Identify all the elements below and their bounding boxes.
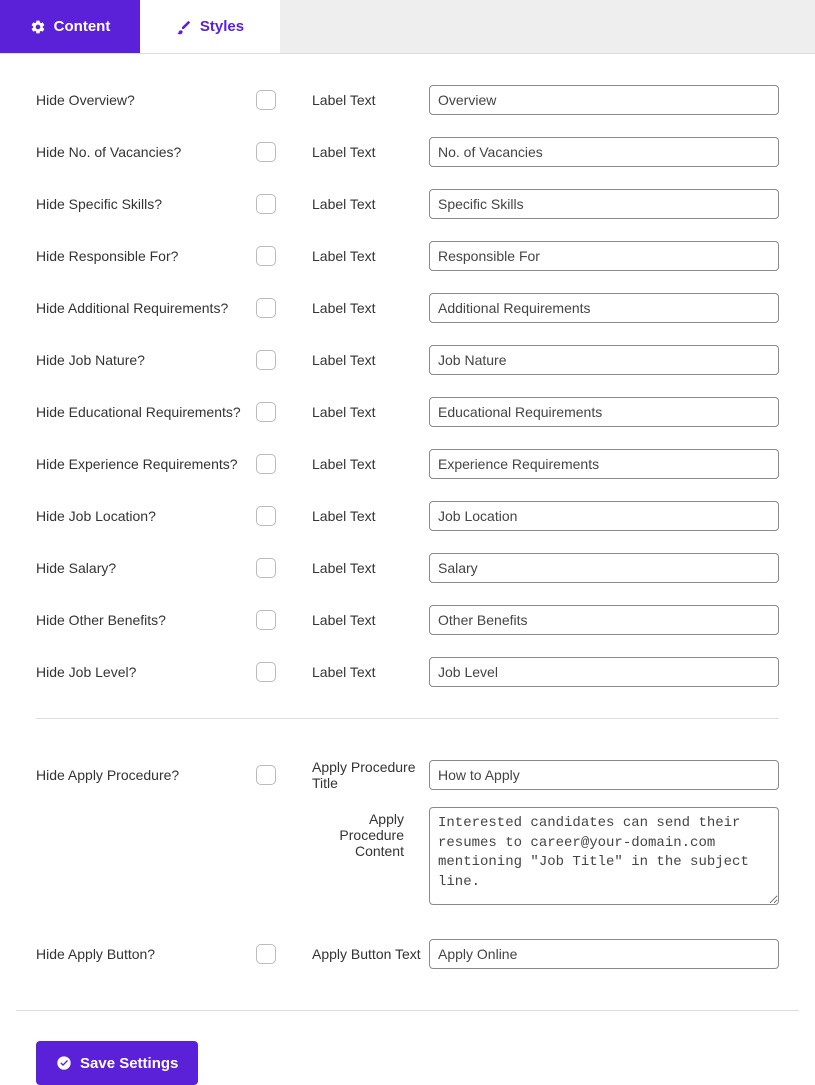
skills-input[interactable] bbox=[429, 189, 779, 219]
overview-input[interactable] bbox=[429, 85, 779, 115]
location-input[interactable] bbox=[429, 501, 779, 531]
row-level: Hide Job Level? Label Text bbox=[36, 646, 779, 698]
hide-experience-checkbox[interactable] bbox=[256, 454, 276, 474]
additional-label-text-label: Label Text bbox=[292, 300, 429, 316]
hide-apply-button-label: Hide Apply Button? bbox=[36, 940, 256, 968]
additional-input[interactable] bbox=[429, 293, 779, 323]
nature-input[interactable] bbox=[429, 345, 779, 375]
row-experience: Hide Experience Requirements? Label Text bbox=[36, 438, 779, 490]
apply-button-text-label: Apply Button Text bbox=[292, 946, 429, 962]
tab-content[interactable]: Content bbox=[0, 0, 140, 53]
row-nature: Hide Job Nature? Label Text bbox=[36, 334, 779, 386]
hide-skills-checkbox[interactable] bbox=[256, 194, 276, 214]
row-vacancies: Hide No. of Vacancies? Label Text bbox=[36, 126, 779, 178]
location-label-text-label: Label Text bbox=[292, 508, 429, 524]
gear-icon bbox=[30, 19, 46, 35]
benefits-input[interactable] bbox=[429, 605, 779, 635]
nature-label-text-label: Label Text bbox=[292, 352, 429, 368]
salary-input[interactable] bbox=[429, 553, 779, 583]
education-input[interactable] bbox=[429, 397, 779, 427]
row-benefits: Hide Other Benefits? Label Text bbox=[36, 594, 779, 646]
hide-overview-checkbox[interactable] bbox=[256, 90, 276, 110]
salary-label-text-label: Label Text bbox=[292, 560, 429, 576]
hide-location-label: Hide Job Location? bbox=[36, 502, 256, 530]
brush-icon bbox=[176, 19, 192, 35]
check-circle-icon bbox=[56, 1055, 72, 1071]
skills-label-text-label: Label Text bbox=[292, 196, 429, 212]
divider bbox=[36, 718, 779, 719]
hide-benefits-label: Hide Other Benefits? bbox=[36, 606, 256, 634]
row-responsible: Hide Responsible For? Label Text bbox=[36, 230, 779, 282]
hide-apply-button-checkbox[interactable] bbox=[256, 944, 276, 964]
responsible-label-text-label: Label Text bbox=[292, 248, 429, 264]
vacancies-input[interactable] bbox=[429, 137, 779, 167]
tab-styles-label: Styles bbox=[200, 18, 244, 35]
hide-vacancies-checkbox[interactable] bbox=[256, 142, 276, 162]
footer: Save Settings bbox=[16, 1010, 799, 1085]
level-label-text-label: Label Text bbox=[292, 664, 429, 680]
save-settings-label: Save Settings bbox=[80, 1055, 178, 1072]
hide-vacancies-label: Hide No. of Vacancies? bbox=[36, 138, 256, 166]
row-apply-button: Hide Apply Button? Apply Button Text bbox=[36, 928, 779, 980]
hide-benefits-checkbox[interactable] bbox=[256, 610, 276, 630]
row-salary: Hide Salary? Label Text bbox=[36, 542, 779, 594]
vacancies-label-text-label: Label Text bbox=[292, 144, 429, 160]
hide-salary-checkbox[interactable] bbox=[256, 558, 276, 578]
tab-styles[interactable]: Styles bbox=[140, 0, 280, 53]
save-settings-button[interactable]: Save Settings bbox=[36, 1041, 198, 1085]
apply-procedure-title-label: Apply Procedure Title bbox=[292, 759, 429, 791]
hide-nature-checkbox[interactable] bbox=[256, 350, 276, 370]
benefits-label-text-label: Label Text bbox=[292, 612, 429, 628]
hide-additional-label: Hide Additional Requirements? bbox=[36, 294, 256, 322]
hide-education-checkbox[interactable] bbox=[256, 402, 276, 422]
row-additional: Hide Additional Requirements? Label Text bbox=[36, 282, 779, 334]
hide-apply-procedure-label: Hide Apply Procedure? bbox=[36, 761, 256, 789]
hide-nature-label: Hide Job Nature? bbox=[36, 346, 256, 374]
row-overview: Hide Overview? Label Text bbox=[36, 74, 779, 126]
row-skills: Hide Specific Skills? Label Text bbox=[36, 178, 779, 230]
apply-procedure-content-textarea[interactable] bbox=[429, 807, 779, 905]
responsible-input[interactable] bbox=[429, 241, 779, 271]
content-panel: Hide Overview? Label Text Hide No. of Va… bbox=[0, 54, 815, 1085]
hide-additional-checkbox[interactable] bbox=[256, 298, 276, 318]
hide-apply-procedure-checkbox[interactable] bbox=[256, 765, 276, 785]
apply-procedure-title-input[interactable] bbox=[429, 760, 779, 790]
row-location: Hide Job Location? Label Text bbox=[36, 490, 779, 542]
hide-salary-label: Hide Salary? bbox=[36, 554, 256, 582]
hide-skills-label: Hide Specific Skills? bbox=[36, 190, 256, 218]
hide-responsible-checkbox[interactable] bbox=[256, 246, 276, 266]
tabs: Content Styles bbox=[0, 0, 815, 54]
hide-overview-label: Hide Overview? bbox=[36, 86, 256, 114]
hide-level-label: Hide Job Level? bbox=[36, 658, 256, 686]
hide-experience-label: Hide Experience Requirements? bbox=[36, 450, 256, 478]
experience-input[interactable] bbox=[429, 449, 779, 479]
apply-button-text-input[interactable] bbox=[429, 939, 779, 969]
education-label-text-label: Label Text bbox=[292, 404, 429, 420]
apply-procedure-content-label: Apply Procedure Content bbox=[292, 807, 429, 859]
tab-content-label: Content bbox=[54, 18, 111, 35]
hide-education-label: Hide Educational Requirements? bbox=[36, 398, 256, 426]
overview-label-text-label: Label Text bbox=[292, 92, 429, 108]
hide-responsible-label: Hide Responsible For? bbox=[36, 242, 256, 270]
hide-location-checkbox[interactable] bbox=[256, 506, 276, 526]
hide-level-checkbox[interactable] bbox=[256, 662, 276, 682]
row-education: Hide Educational Requirements? Label Tex… bbox=[36, 386, 779, 438]
experience-label-text-label: Label Text bbox=[292, 456, 429, 472]
row-apply-procedure-content: Apply Procedure Content bbox=[36, 801, 779, 908]
level-input[interactable] bbox=[429, 657, 779, 687]
row-apply-procedure-title: Hide Apply Procedure? Apply Procedure Ti… bbox=[36, 749, 779, 801]
